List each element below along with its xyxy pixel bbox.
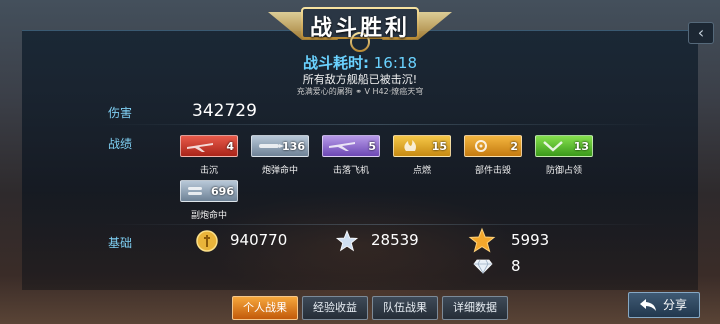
- diamond-icon: [473, 259, 493, 274]
- medal-aircraft-shot[interactable]: 5: [322, 135, 380, 157]
- medal-count: 2: [510, 140, 518, 153]
- medal-defend-capture[interactable]: 13: [535, 135, 593, 157]
- plane-icon: [329, 142, 355, 151]
- medal-label: 击沉: [199, 166, 218, 176]
- medal-label: 击落飞机: [332, 166, 369, 176]
- divider: [100, 224, 660, 225]
- tab-detailed-data[interactable]: 详细数据: [442, 296, 508, 320]
- battle-time: 战斗耗时: 16:18: [0, 52, 720, 73]
- tab-experience[interactable]: 经验收益: [302, 296, 368, 320]
- medal-count: 4: [226, 140, 234, 153]
- damage-label: 伤害: [108, 106, 133, 120]
- divider: [100, 124, 660, 125]
- medal-sink[interactable]: 4: [180, 135, 238, 157]
- medal-count: 5: [368, 140, 376, 153]
- coin-icon: [196, 230, 218, 252]
- stars-value: 28539: [371, 231, 419, 249]
- share-label: 分享: [663, 298, 688, 312]
- gold-star-value: 5993: [511, 231, 550, 249]
- medal-label: 部件击毁: [474, 166, 511, 176]
- medal-shell-hit[interactable]: 136: [251, 135, 309, 157]
- medal-label: 防御占领: [545, 166, 582, 176]
- medal-label: 副炮命中: [190, 211, 227, 221]
- medal-label: 炮弹命中: [261, 166, 298, 176]
- medal-ignite[interactable]: 15: [393, 135, 451, 157]
- share-arrow-icon: [640, 299, 656, 311]
- share-button[interactable]: 分享: [628, 292, 700, 318]
- page-title: 战斗胜利: [309, 16, 410, 41]
- record-label: 战绩: [108, 137, 133, 151]
- close-button[interactable]: ‹: [688, 22, 714, 44]
- medal-count: 136: [282, 140, 305, 153]
- star-icon: [335, 229, 359, 252]
- battle-time-value: 16:18: [373, 54, 417, 72]
- medal-label: 点燃: [412, 166, 431, 176]
- medal-secondary-hit[interactable]: 696: [180, 180, 238, 202]
- gear-icon: [475, 140, 487, 152]
- plane-icon: [187, 143, 213, 152]
- battle-time-label: 战斗耗时:: [302, 54, 369, 72]
- tab-personal-results[interactable]: 个人战果: [232, 296, 298, 320]
- coins-value: 940770: [230, 231, 288, 249]
- result-message: 所有敌方舰船已被击沉!: [302, 73, 418, 86]
- basic-label: 基础: [108, 236, 133, 250]
- medal-count: 696: [211, 185, 234, 198]
- medal-module-destroyed[interactable]: 2: [464, 135, 522, 157]
- victory-banner: 战斗胜利: [262, 0, 458, 52]
- diamond-value: 8: [511, 257, 521, 275]
- chevron-icon: [543, 141, 563, 152]
- medal-count: 15: [431, 140, 447, 153]
- medal-count: 13: [573, 140, 589, 153]
- damage-value: 342729: [192, 101, 257, 121]
- tab-team-results[interactable]: 队伍战果: [372, 296, 438, 320]
- fire-icon: [404, 140, 416, 151]
- gold-star-icon: [468, 227, 496, 253]
- player-info: 充满爱心的屠狗 ⚭ V H42·燎癌天穹: [296, 87, 424, 96]
